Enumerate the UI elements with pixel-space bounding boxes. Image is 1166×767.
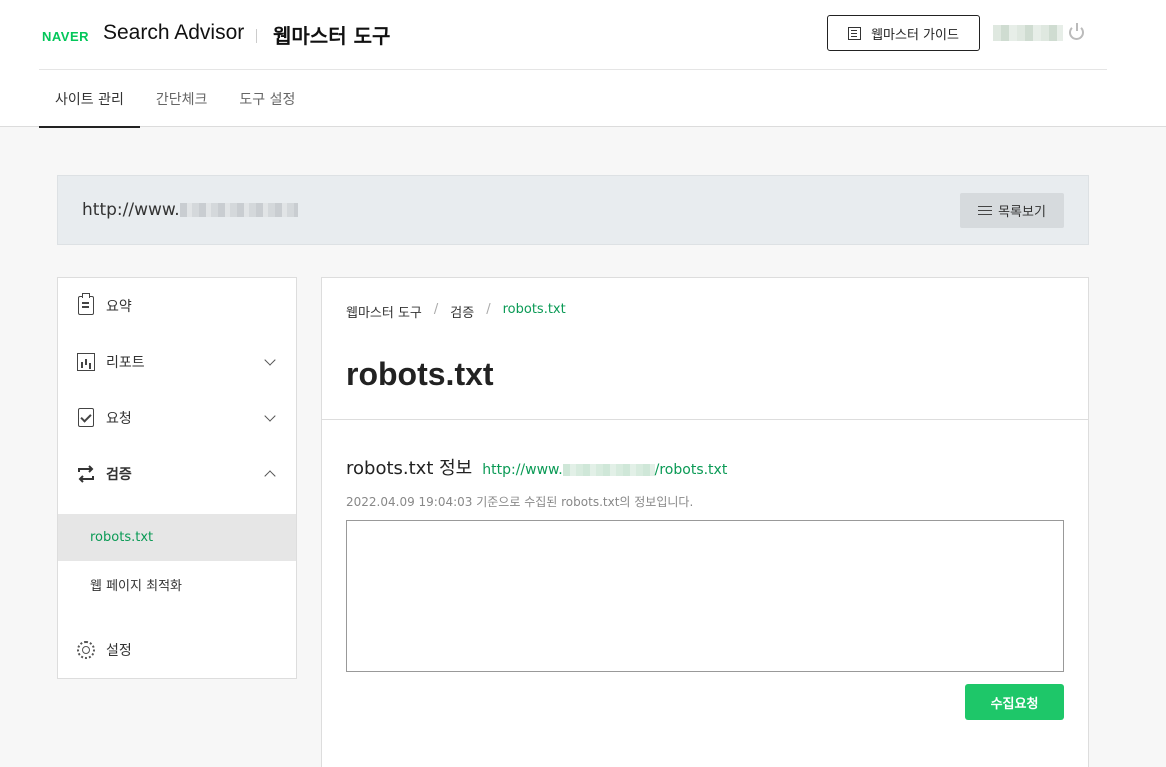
chevron-up-icon: [264, 470, 276, 482]
brand-name[interactable]: Search Advisor: [103, 21, 244, 45]
list-view-button[interactable]: 목록보기: [960, 193, 1064, 228]
collected-timestamp-note: 2022.04.09 19:04:03 기준으로 수집된 robots.txt의…: [346, 495, 694, 509]
tool-title[interactable]: 웹마스터 도구: [273, 20, 390, 49]
chevron-down-icon: [264, 410, 276, 422]
robots-content-box[interactable]: [346, 520, 1064, 672]
site-selector-bar: http://www. 목록보기: [57, 175, 1089, 245]
logout-power-icon[interactable]: [1069, 23, 1084, 40]
checklist-icon: [76, 408, 96, 428]
page-title: robots.txt: [346, 356, 494, 392]
robots-url-prefix: http://www.: [482, 462, 563, 478]
breadcrumb-separator: /: [433, 302, 439, 317]
robots-domain-blurred: [562, 464, 655, 476]
sidebar: 요약 리포트 요청 검증 robots.txt 웹 페이지 최적화 설정: [57, 277, 297, 679]
site-url: http://www.: [82, 200, 298, 220]
user-id-blurred: [993, 25, 1063, 41]
breadcrumb-item[interactable]: 웹마스터 도구: [346, 302, 422, 321]
breadcrumb-separator: /: [486, 302, 491, 317]
document-icon: [848, 26, 862, 40]
chevron-down-icon: [264, 354, 276, 366]
collect-request-button[interactable]: 수집요청: [965, 684, 1064, 720]
breadcrumb-current: robots.txt: [502, 302, 566, 317]
site-domain-blurred: [179, 203, 298, 217]
robots-section-title: robots.txt 정보 http://www. /robots.txt: [346, 454, 727, 480]
sidebar-item-label: 설정: [106, 643, 132, 659]
list-view-label: 목록보기: [998, 205, 1046, 220]
sidebar-item-report[interactable]: 리포트: [58, 334, 296, 390]
tab-quick-check[interactable]: 간단체크: [140, 70, 224, 127]
sidebar-item-settings[interactable]: 설정: [58, 622, 296, 678]
breadcrumb-item[interactable]: 검증: [450, 302, 474, 321]
sidebar-subitem-robots[interactable]: robots.txt: [58, 514, 296, 561]
chart-icon: [76, 352, 96, 372]
list-icon: [978, 205, 993, 216]
robots-url-suffix: /robots.txt: [654, 462, 728, 478]
sidebar-item-summary[interactable]: 요약: [58, 278, 296, 334]
sidebar-item-request[interactable]: 요청: [58, 390, 296, 446]
gear-icon: [76, 640, 96, 660]
site-url-prefix: http://www.: [82, 200, 180, 220]
brand-row: NAVER Search Advisor 웹마스터 도구 웹마스터 가이드: [39, 0, 1107, 70]
section-title-text: robots.txt 정보: [346, 458, 473, 479]
main-nav-tabs: 사이트 관리 간단체크 도구 설정: [39, 70, 311, 128]
top-header: NAVER Search Advisor 웹마스터 도구 웹마스터 가이드 사이…: [0, 0, 1166, 128]
swap-icon: [76, 464, 96, 484]
tab-site-management[interactable]: 사이트 관리: [39, 70, 140, 128]
breadcrumb: 웹마스터 도구 / 검증 / robots.txt: [346, 302, 566, 321]
sidebar-item-verify[interactable]: 검증: [58, 446, 296, 502]
content-divider: [322, 419, 1088, 420]
brand-divider: [256, 29, 257, 43]
naver-logo[interactable]: NAVER: [42, 29, 89, 44]
sidebar-item-label: 요청: [106, 411, 132, 427]
sidebar-item-label: 요약: [106, 299, 132, 315]
webmaster-guide-label: 웹마스터 가이드: [871, 27, 959, 43]
robots-url-link[interactable]: http://www. /robots.txt: [482, 462, 727, 478]
sidebar-subitem-page-optimization[interactable]: 웹 페이지 최적화: [58, 561, 296, 608]
clipboard-icon: [76, 293, 96, 316]
sidebar-item-label: 검증: [106, 467, 132, 483]
sidebar-item-label: 리포트: [106, 355, 145, 371]
main-content: 웹마스터 도구 / 검증 / robots.txt robots.txt rob…: [321, 277, 1089, 767]
tab-tool-settings[interactable]: 도구 설정: [223, 70, 311, 127]
webmaster-guide-button[interactable]: 웹마스터 가이드: [827, 15, 980, 51]
